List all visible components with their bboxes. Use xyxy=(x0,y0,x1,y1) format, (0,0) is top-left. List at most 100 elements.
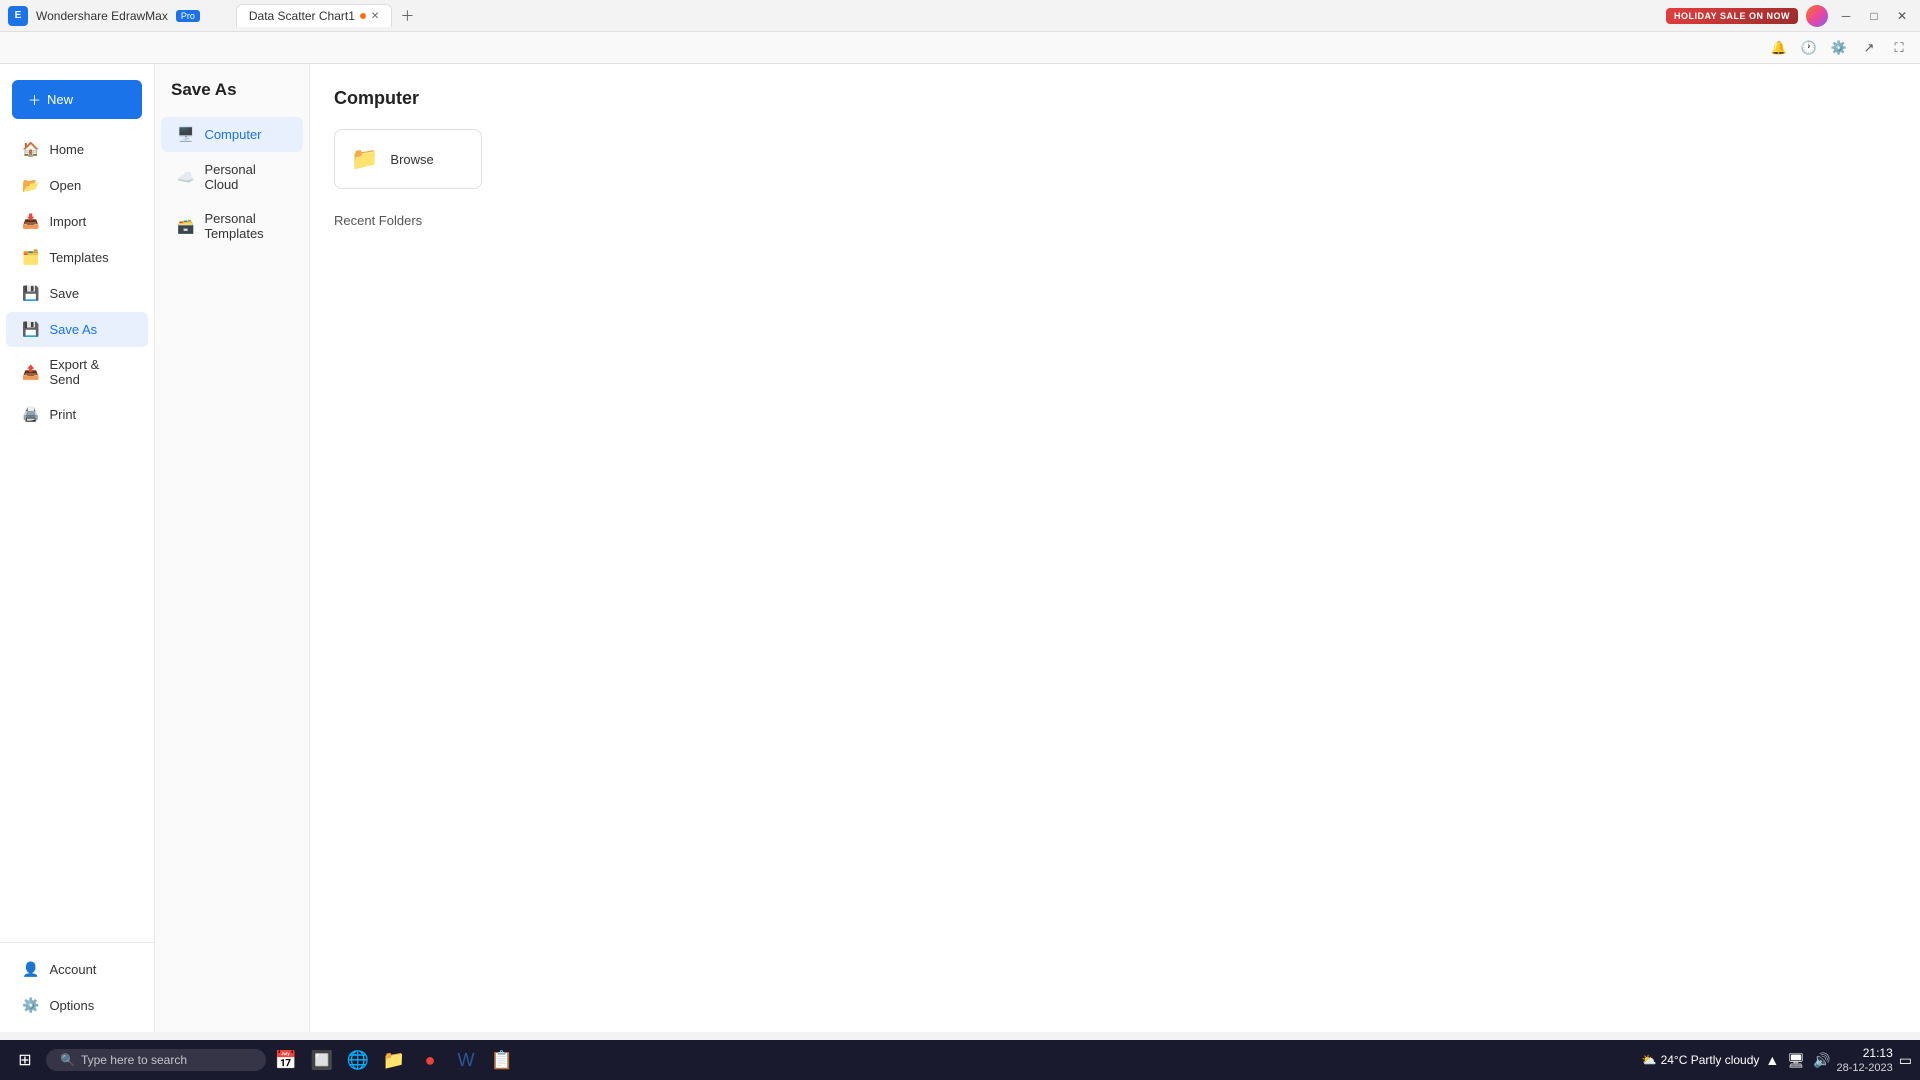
new-icon: ＋ xyxy=(28,90,41,109)
taskbar-search[interactable]: 🔍 Type here to search xyxy=(46,1049,266,1071)
tab-close-icon[interactable]: ✕ xyxy=(371,11,379,22)
new-button[interactable]: ＋ New xyxy=(12,80,142,119)
holiday-sale-button[interactable]: HOLIDAY SALE ON NOW xyxy=(1666,8,1798,24)
taskbar-search-placeholder: Type here to search xyxy=(81,1053,187,1067)
app-name: Wondershare EdrawMax xyxy=(36,9,168,23)
weather-info: ⛅ 24°C Partly cloudy xyxy=(1642,1053,1760,1067)
account-label: Account xyxy=(49,962,96,977)
account-icon: 👤 xyxy=(22,961,39,978)
new-label: New xyxy=(47,92,73,107)
active-tab[interactable]: Data Scatter Chart1 ✕ xyxy=(236,4,392,27)
weather-text: 24°C Partly cloudy xyxy=(1661,1053,1760,1067)
app-logo: E xyxy=(8,6,28,26)
close-button[interactable]: ✕ xyxy=(1892,6,1912,26)
sidebar-item-print[interactable]: 🖨️ Print xyxy=(6,397,148,432)
recent-folders-label: Recent Folders xyxy=(334,213,1896,228)
home-label: Home xyxy=(49,142,84,157)
browse-card[interactable]: 📁 Browse xyxy=(334,129,482,189)
sidebar-bottom: 👤 Account ⚙️ Options xyxy=(0,942,154,1032)
sidebar: ＋ New 🏠 Home 📂 Open 📥 Import 🗂️ Template… xyxy=(0,64,155,1032)
options-label: Options xyxy=(49,998,94,1013)
date-display: 28-12-2023 xyxy=(1836,1062,1892,1074)
print-icon: 🖨️ xyxy=(22,406,39,423)
save-option-personal-cloud[interactable]: ☁️ Personal Cloud xyxy=(161,153,303,201)
taskbar-app-calendar[interactable]: 📅 xyxy=(270,1044,302,1076)
taskbar-app-extra[interactable]: 📋 xyxy=(486,1044,518,1076)
sidebar-item-export-send[interactable]: 📤 Export & Send xyxy=(6,348,148,396)
taskbar-search-icon: 🔍 xyxy=(60,1053,75,1067)
sidebar-item-import[interactable]: 📥 Import xyxy=(6,204,148,239)
network-icon[interactable]: ▲ xyxy=(1765,1052,1779,1068)
export-icon: 📤 xyxy=(22,364,39,381)
sidebar-item-account[interactable]: 👤 Account xyxy=(6,952,148,987)
titlebar-left: E Wondershare EdrawMax Pro Data Scatter … xyxy=(8,4,414,27)
save-option-computer[interactable]: 🖥️ Computer xyxy=(161,117,303,152)
taskbar-app-task-view[interactable]: 🔲 xyxy=(306,1044,338,1076)
sound-icon[interactable]: 🔊 xyxy=(1813,1052,1830,1069)
save-as-label: Save As xyxy=(49,322,97,337)
share-icon[interactable]: ↗ xyxy=(1856,35,1882,61)
save-as-panel-title: Save As xyxy=(155,80,309,116)
sidebar-item-home[interactable]: 🏠 Home xyxy=(6,132,148,167)
main-layout: ＋ New 🏠 Home 📂 Open 📥 Import 🗂️ Template… xyxy=(0,64,1920,1032)
content-area: Computer 📁 Browse Recent Folders xyxy=(310,64,1920,1032)
save-icon: 💾 xyxy=(22,285,39,302)
sidebar-item-save-as[interactable]: 💾 Save As xyxy=(6,312,148,347)
save-as-icon: 💾 xyxy=(22,321,39,338)
sidebar-nav: 🏠 Home 📂 Open 📥 Import 🗂️ Templates 💾 Sa… xyxy=(0,127,154,942)
taskbar-right: ⛅ 24°C Partly cloudy ▲ 🖥 🔊 21:13 28-12-2… xyxy=(1642,1046,1912,1074)
pro-badge: Pro xyxy=(176,10,200,22)
save-option-personal-templates[interactable]: 🗃️ Personal Templates xyxy=(161,202,303,250)
notification-icon[interactable]: 🔔 xyxy=(1766,35,1792,61)
user-avatar[interactable] xyxy=(1806,5,1828,27)
taskbar-left: ⊞ 🔍 Type here to search 📅 🔲 🌐 📁 ● W 📋 xyxy=(8,1043,518,1077)
sidebar-item-templates[interactable]: 🗂️ Templates xyxy=(6,240,148,275)
taskbar-system-icons: ▲ 🖥 🔊 xyxy=(1765,1052,1830,1069)
maximize-button[interactable]: □ xyxy=(1864,6,1884,26)
save-label: Save xyxy=(49,286,79,301)
import-icon: 📥 xyxy=(22,213,39,230)
export-label: Export & Send xyxy=(49,357,132,387)
title-bar: E Wondershare EdrawMax Pro Data Scatter … xyxy=(0,0,1920,32)
time-display: 21:13 xyxy=(1836,1046,1892,1062)
personal-templates-label: Personal Templates xyxy=(204,211,287,241)
titlebar-right: HOLIDAY SALE ON NOW ─ □ ✕ xyxy=(1666,5,1912,27)
tab-modified-dot xyxy=(360,13,366,19)
history-icon[interactable]: 🕐 xyxy=(1796,35,1822,61)
templates-icon: 🗂️ xyxy=(22,249,39,266)
minimize-button[interactable]: ─ xyxy=(1836,6,1856,26)
taskbar-app-word[interactable]: W xyxy=(450,1044,482,1076)
start-button[interactable]: ⊞ xyxy=(8,1043,42,1077)
personal-templates-icon: 🗃️ xyxy=(177,218,194,235)
browse-label: Browse xyxy=(390,152,433,167)
show-desktop-button[interactable]: ▭ xyxy=(1899,1052,1912,1069)
sidebar-item-options[interactable]: ⚙️ Options xyxy=(6,988,148,1023)
home-icon: 🏠 xyxy=(22,141,39,158)
sidebar-item-save[interactable]: 💾 Save xyxy=(6,276,148,311)
fullscreen-icon[interactable]: ⛶ xyxy=(1886,35,1912,61)
folder-icon: 📁 xyxy=(351,146,378,172)
taskbar-app-edge[interactable]: 🌐 xyxy=(342,1044,374,1076)
personal-cloud-label: Personal Cloud xyxy=(204,162,287,192)
options-icon: ⚙️ xyxy=(22,997,39,1014)
lan-icon[interactable]: 🖥 xyxy=(1787,1052,1805,1069)
new-tab-button[interactable]: ＋ xyxy=(400,6,414,26)
computer-icon: 🖥️ xyxy=(177,126,194,143)
weather-icon: ⛅ xyxy=(1642,1053,1657,1067)
templates-label: Templates xyxy=(49,250,108,265)
save-as-panel: Save As 🖥️ Computer ☁️ Personal Cloud 🗃️… xyxy=(155,64,310,1032)
content-title: Computer xyxy=(334,88,1896,109)
open-icon: 📂 xyxy=(22,177,39,194)
print-label: Print xyxy=(49,407,76,422)
settings-icon[interactable]: ⚙️ xyxy=(1826,35,1852,61)
sidebar-item-open[interactable]: 📂 Open xyxy=(6,168,148,203)
toolbar-icons-bar: 🔔 🕐 ⚙️ ↗ ⛶ xyxy=(0,32,1920,64)
taskbar: ⊞ 🔍 Type here to search 📅 🔲 🌐 📁 ● W 📋 ⛅ … xyxy=(0,1040,1920,1080)
tab-label: Data Scatter Chart1 xyxy=(249,9,355,23)
datetime[interactable]: 21:13 28-12-2023 xyxy=(1836,1046,1892,1074)
taskbar-app-file-explorer[interactable]: 📁 xyxy=(378,1044,410,1076)
cloud-icon: ☁️ xyxy=(177,169,194,186)
taskbar-app-chrome[interactable]: ● xyxy=(414,1044,446,1076)
import-label: Import xyxy=(49,214,86,229)
open-label: Open xyxy=(49,178,81,193)
